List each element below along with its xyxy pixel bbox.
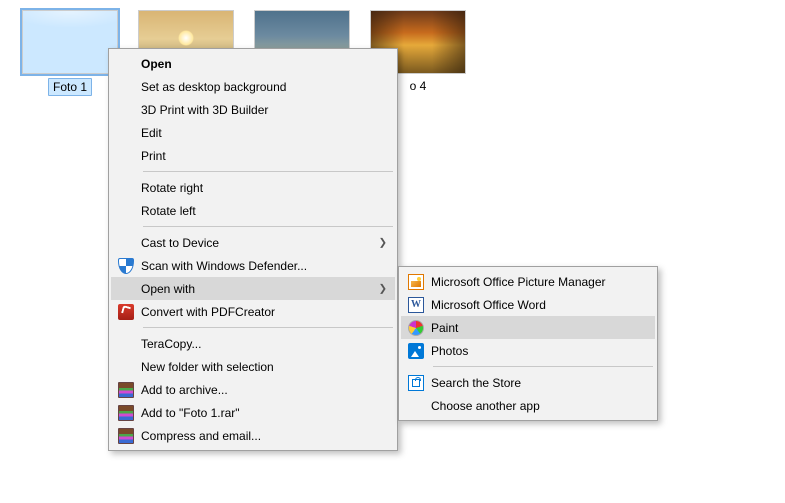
menu-item-edit[interactable]: Edit xyxy=(111,121,395,144)
photos-icon xyxy=(408,343,424,359)
menu-item-compress-email[interactable]: Compress and email... xyxy=(111,424,395,447)
submenu-arrow-icon: ❯ xyxy=(379,283,387,294)
menu-item-3d-print[interactable]: 3D Print with 3D Builder xyxy=(111,98,395,121)
menu-item-teracopy[interactable]: TeraCopy... xyxy=(111,332,395,355)
menu-item-open[interactable]: Open xyxy=(111,52,395,75)
winrar-icon xyxy=(118,382,134,398)
menu-item-print[interactable]: Print xyxy=(111,144,395,167)
menu-item-add-rar[interactable]: Add to "Foto 1.rar" xyxy=(111,401,395,424)
submenu-item-picture-manager[interactable]: Microsoft Office Picture Manager xyxy=(401,270,655,293)
menu-separator xyxy=(433,366,653,367)
menu-item-cast[interactable]: Cast to Device ❯ xyxy=(111,231,395,254)
submenu-item-store[interactable]: Search the Store xyxy=(401,371,655,394)
paint-icon xyxy=(408,320,424,336)
submenu-arrow-icon: ❯ xyxy=(379,237,387,248)
menu-item-add-archive[interactable]: Add to archive... xyxy=(111,378,395,401)
menu-item-new-folder[interactable]: New folder with selection xyxy=(111,355,395,378)
menu-separator xyxy=(143,327,393,328)
word-icon: W xyxy=(408,297,424,313)
store-icon xyxy=(408,375,424,391)
menu-item-defender[interactable]: Scan with Windows Defender... xyxy=(111,254,395,277)
menu-item-open-with[interactable]: Open with ❯ xyxy=(111,277,395,300)
submenu-item-word[interactable]: W Microsoft Office Word xyxy=(401,293,655,316)
menu-item-rotate-right[interactable]: Rotate right xyxy=(111,176,395,199)
menu-separator xyxy=(143,226,393,227)
submenu-item-photos[interactable]: Photos xyxy=(401,339,655,362)
file-item[interactable]: Foto 1 xyxy=(20,10,120,96)
menu-item-pdfcreator[interactable]: Convert with PDFCreator xyxy=(111,300,395,323)
winrar-icon xyxy=(118,405,134,421)
menu-item-rotate-left[interactable]: Rotate left xyxy=(111,199,395,222)
menu-item-set-background[interactable]: Set as desktop background xyxy=(111,75,395,98)
pdfcreator-icon xyxy=(118,304,134,320)
submenu-item-paint[interactable]: Paint xyxy=(401,316,655,339)
picture-manager-icon xyxy=(408,274,424,290)
menu-separator xyxy=(143,171,393,172)
thumbnail-image xyxy=(22,10,118,74)
open-with-submenu: Microsoft Office Picture Manager W Micro… xyxy=(398,266,658,421)
winrar-icon xyxy=(118,428,134,444)
shield-icon xyxy=(118,258,134,274)
file-label: o 4 xyxy=(406,78,431,94)
submenu-item-choose-app[interactable]: Choose another app xyxy=(401,394,655,417)
context-menu: Open Set as desktop background 3D Print … xyxy=(108,48,398,451)
file-label: Foto 1 xyxy=(48,78,92,96)
